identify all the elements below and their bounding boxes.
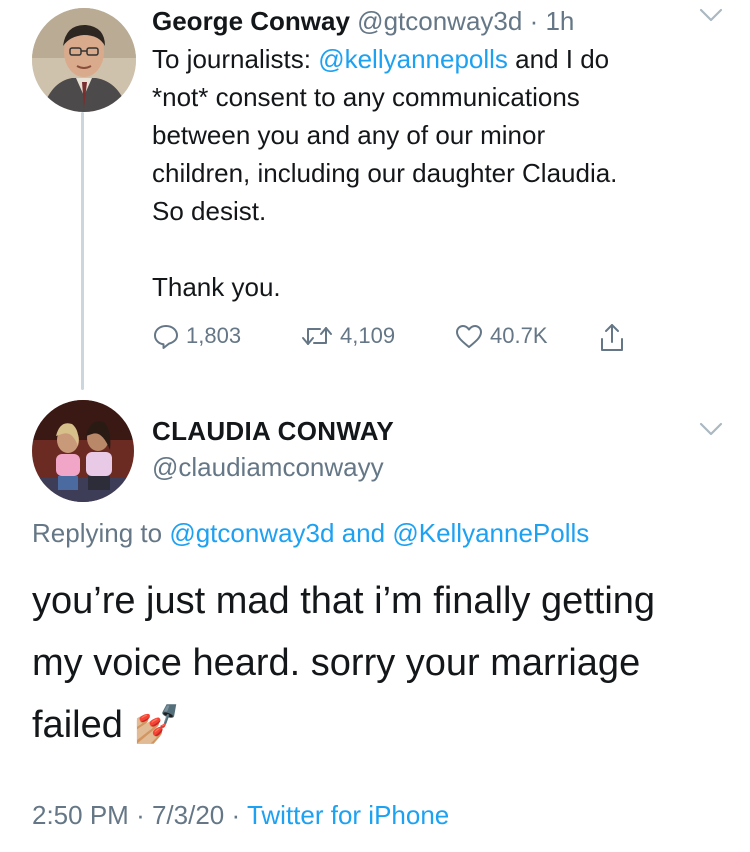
- nail-polish-emoji: 💅🏼: [133, 704, 181, 746]
- tweet1-timestamp[interactable]: 1h: [545, 6, 574, 36]
- tweet2-text-line: you’re just mad that i’m finally getting: [32, 580, 656, 622]
- tweet2-text-line: failed 💅🏼: [32, 694, 732, 756]
- tweet2-text-segment: failed: [32, 704, 123, 746]
- avatar-illustration: [32, 8, 136, 112]
- share-button[interactable]: [598, 322, 626, 354]
- tweet1-text-segment: To journalists:: [152, 44, 311, 74]
- avatar-george-conway[interactable]: [32, 8, 136, 112]
- retweet-count: 4,109: [340, 323, 396, 348]
- chevron-down-icon[interactable]: [698, 418, 724, 446]
- like-count: 40.7K: [490, 323, 548, 348]
- heart-icon: [456, 325, 482, 348]
- tweet1-header: George Conway @gtconway3d · 1h: [152, 6, 574, 37]
- tweet1-text-line: To journalists: @kellyannepolls and I do: [152, 40, 732, 78]
- tweet1-text: To journalists: @kellyannepolls and I do…: [152, 40, 732, 306]
- tweet1-text-line: So desist.: [152, 196, 267, 226]
- retweet-icon: [302, 327, 332, 345]
- chevron-down-icon[interactable]: [698, 4, 724, 32]
- tweet2-footer: 2:50 PM · 7/3/20 · Twitter for iPhone: [32, 800, 449, 831]
- reply-count: 1,803: [186, 323, 242, 348]
- separator-dot: ·: [231, 800, 241, 830]
- tweet1-display-name[interactable]: George Conway: [152, 6, 350, 36]
- mention-link[interactable]: @gtconway3d: [169, 518, 334, 548]
- thread-connector-line: [81, 112, 84, 390]
- tweet2-date: 7/3/20: [151, 800, 225, 830]
- replying-prefix: Replying to: [32, 518, 163, 548]
- mention-link[interactable]: @kellyannepolls: [318, 44, 508, 74]
- replying-to-line: Replying to @gtconway3d and @KellyannePo…: [32, 518, 589, 549]
- reply-icon: [154, 325, 178, 349]
- avatar-photo: [32, 400, 134, 502]
- replying-and[interactable]: and: [342, 518, 385, 548]
- retweet-button[interactable]: 4,109: [300, 322, 395, 350]
- separator-dot: ·: [136, 800, 145, 830]
- avatar-claudia-conway[interactable]: [32, 400, 134, 502]
- reply-button[interactable]: 1,803: [152, 322, 241, 350]
- tweet1-text-line: between you and any of our minor: [152, 120, 546, 150]
- share-icon: [601, 324, 623, 351]
- tweet2-display-name[interactable]: CLAUDIA CONWAY: [152, 416, 394, 447]
- tweet1-text-line: children, including our daughter Claudia…: [152, 158, 618, 188]
- tweet1-text-segment: and I do: [515, 44, 610, 74]
- separator-dot: ·: [529, 6, 539, 36]
- tweet2-handle[interactable]: @claudiamconwayy: [152, 452, 384, 483]
- mention-link[interactable]: @KellyannePolls: [392, 518, 589, 548]
- tweet1-text-line: Thank you.: [152, 272, 281, 302]
- tweet2-time: 2:50 PM: [32, 800, 129, 830]
- like-button[interactable]: 40.7K: [454, 322, 548, 350]
- tweet2-text: you’re just mad that i’m finally getting…: [32, 570, 732, 756]
- tweet2-text-line: my voice heard. sorry your marriage: [32, 642, 641, 684]
- tweet1-text-line: *not* consent to any communications: [152, 82, 580, 112]
- tweet1-handle[interactable]: @gtconway3d: [357, 6, 522, 36]
- tweet-source-link[interactable]: Twitter for iPhone: [247, 800, 449, 830]
